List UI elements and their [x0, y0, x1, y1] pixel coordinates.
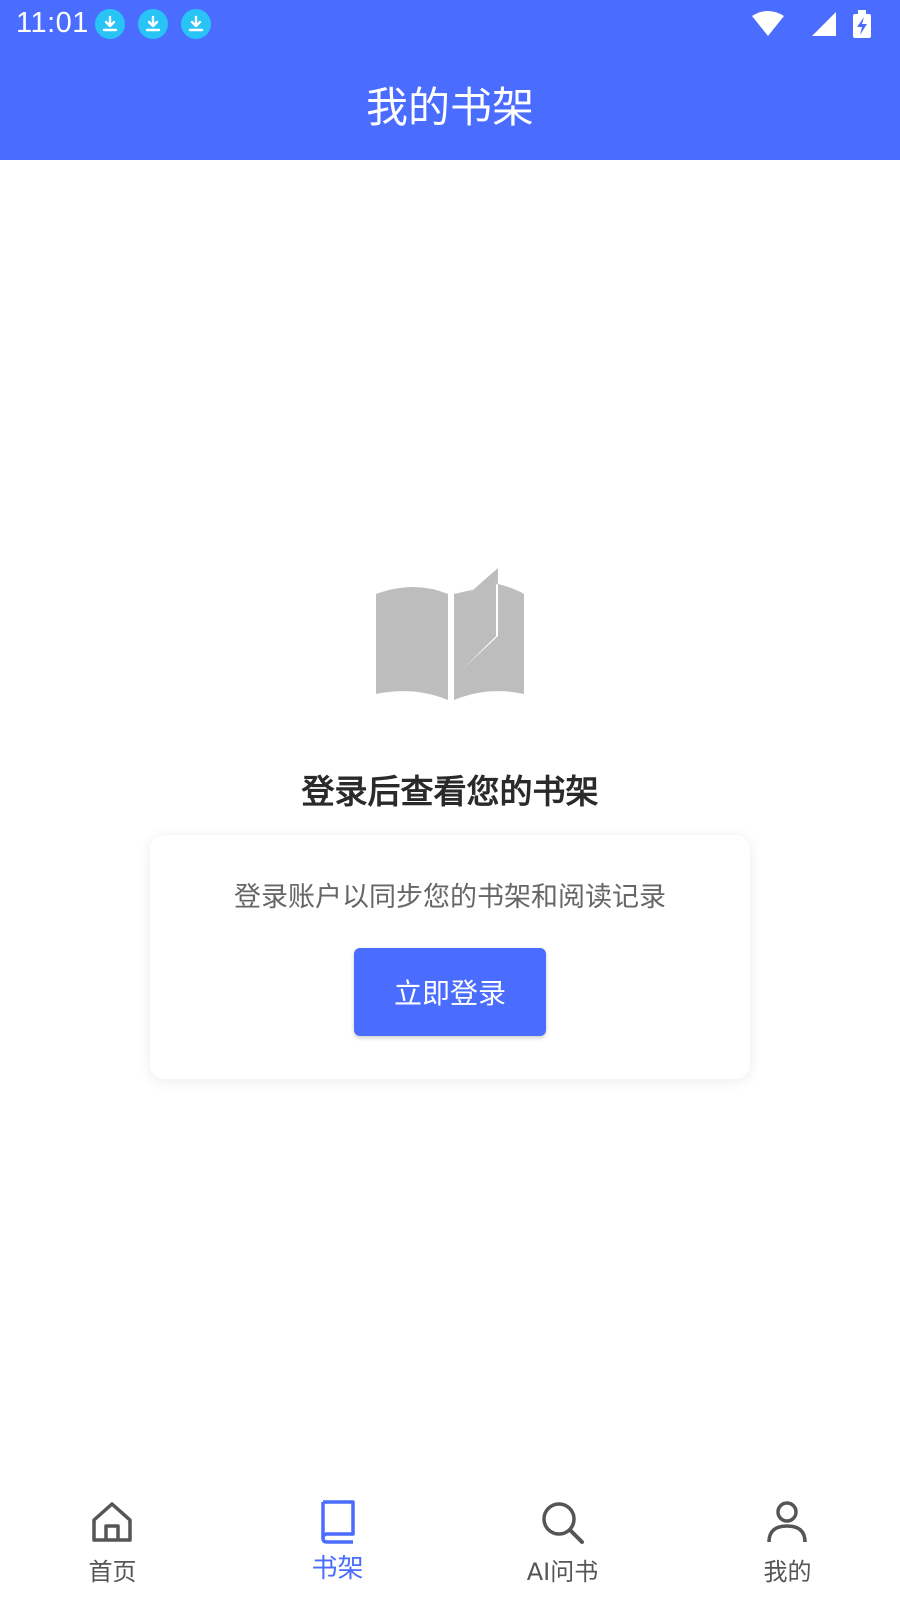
- download-notification-icon: [181, 9, 211, 39]
- app-header: 11:01 我的书架: [0, 0, 900, 160]
- status-bar: 11:01: [0, 0, 900, 50]
- tab-ai-ask[interactable]: AI问书: [450, 1480, 675, 1600]
- tab-home[interactable]: 首页: [0, 1480, 225, 1600]
- search-icon: [542, 1502, 584, 1544]
- battery-charging-icon: [853, 10, 871, 38]
- empty-state-title: 登录后查看您的书架: [301, 772, 599, 811]
- tab-label: 书架: [311, 1554, 364, 1584]
- tab-label: AI问书: [526, 1558, 599, 1586]
- open-book-icon: [376, 568, 524, 700]
- user-icon: [767, 1501, 807, 1543]
- cellular-signal-icon: [812, 12, 836, 36]
- login-button[interactable]: 立即登录: [354, 948, 546, 1036]
- book-icon: [321, 1500, 355, 1544]
- wifi-icon: [752, 11, 784, 36]
- login-prompt-description: 登录账户以同步您的书架和阅读记录: [234, 882, 666, 913]
- page-title: 我的书架: [365, 83, 534, 132]
- system-status-icons: [752, 10, 871, 38]
- tab-bookshelf[interactable]: 书架: [225, 1480, 450, 1600]
- home-icon: [92, 1502, 132, 1542]
- tab-label: 我的: [763, 1558, 812, 1586]
- login-prompt-card: 登录账户以同步您的书架和阅读记录 立即登录: [150, 835, 750, 1079]
- download-notification-icon: [138, 9, 168, 39]
- status-time: 11:01: [16, 7, 89, 39]
- download-notification-icon: [95, 9, 125, 39]
- tab-profile[interactable]: 我的: [675, 1480, 900, 1600]
- tab-label: 首页: [88, 1558, 137, 1586]
- bottom-tab-bar: 首页 书架 AI问书 我的: [0, 1480, 900, 1600]
